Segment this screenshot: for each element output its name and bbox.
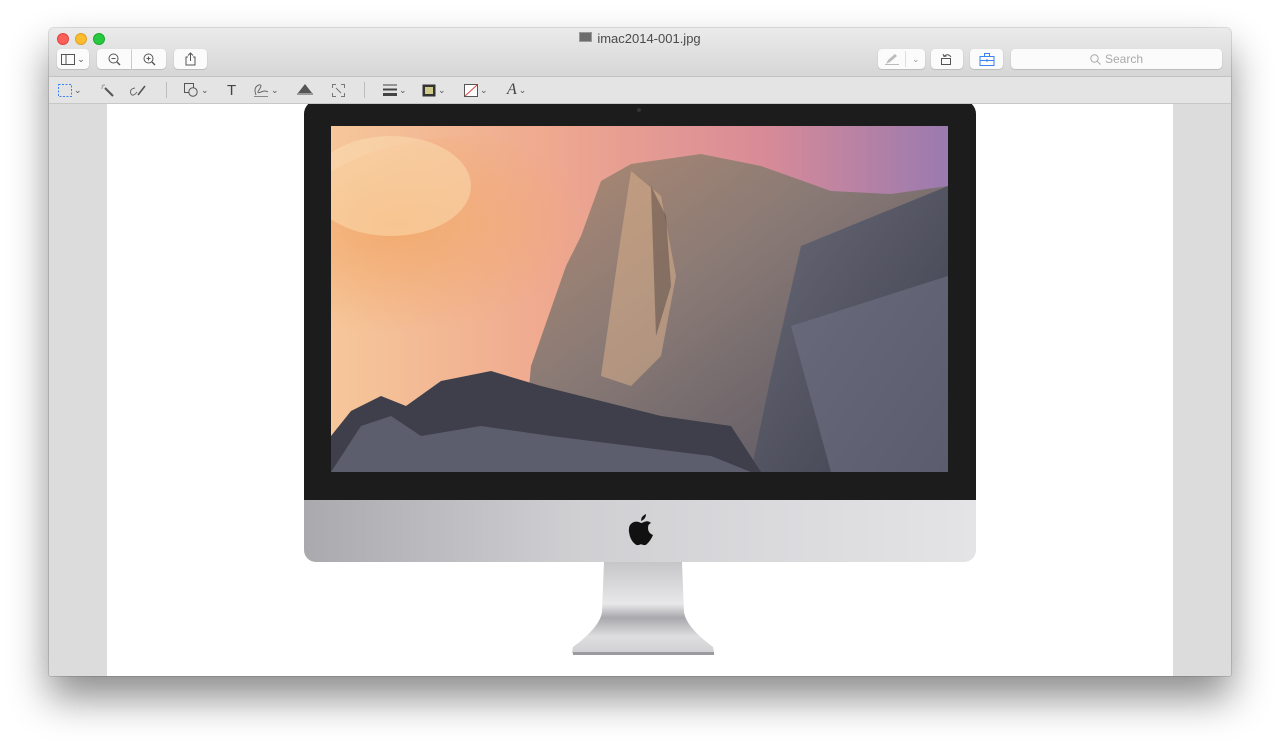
shapes-tool[interactable]: ⌄ [184, 81, 209, 99]
fill-color-tool[interactable]: ⌄ [464, 81, 488, 99]
adjust-size-icon [332, 83, 345, 97]
chevron-down-icon: ⌄ [912, 53, 920, 64]
imac-display-bezel [304, 104, 976, 500]
chevron-down-icon: ⌄ [271, 84, 279, 95]
sign-tool[interactable]: ⌄ [253, 81, 279, 99]
shape-style-tool[interactable]: ⌄ [383, 81, 407, 99]
text-style-tool[interactable]: A ⌄ [507, 81, 526, 99]
window-title: imac2014-001.jpg [49, 31, 1231, 46]
magic-wand-icon [101, 83, 114, 97]
title-bar: imac2014-001.jpg ⌄ ⌄ Search [49, 28, 1231, 77]
preview-window: imac2014-001.jpg ⌄ ⌄ Search ⌄ ⌄ T ⌄ ⌄ ⌄ … [49, 28, 1231, 676]
rotate-left-icon [941, 53, 952, 65]
sketch-tool[interactable] [129, 81, 147, 99]
markup-toolbar: ⌄ ⌄ T ⌄ ⌄ ⌄ ⌄ A ⌄ [49, 77, 1231, 104]
adjust-size-tool[interactable] [332, 81, 345, 99]
zoom-out-icon [108, 53, 120, 65]
search-field[interactable]: Search [1011, 49, 1222, 69]
chevron-down-icon: ⌄ [438, 84, 446, 95]
border-color-icon [422, 84, 436, 96]
image-page[interactable] [107, 104, 1173, 676]
adjust-color-tool[interactable] [297, 81, 313, 99]
imac-screen-wallpaper [331, 126, 948, 472]
divider [905, 51, 906, 67]
share-button[interactable] [174, 49, 207, 69]
apple-logo-icon [628, 514, 653, 546]
text-tool[interactable]: T [227, 81, 236, 99]
border-color-tool[interactable]: ⌄ [422, 81, 446, 99]
selection-icon [58, 83, 72, 97]
rectangular-selection-tool[interactable]: ⌄ [58, 81, 82, 99]
chevron-down-icon: ⌄ [399, 84, 407, 95]
camera-icon [637, 108, 641, 112]
markup-toolbox-button[interactable] [970, 49, 1003, 69]
zoom-in-icon [143, 53, 155, 65]
chevron-down-icon: ⌄ [77, 53, 85, 64]
share-icon [185, 52, 196, 66]
document-icon [579, 32, 593, 42]
half-dome-illustration [331, 126, 948, 472]
search-placeholder: Search [1104, 52, 1144, 66]
zoom-in-button[interactable] [132, 49, 166, 69]
chevron-down-icon: ⌄ [74, 84, 82, 95]
instant-alpha-tool[interactable] [100, 81, 114, 99]
window-title-text: imac2014-001.jpg [597, 31, 701, 46]
document-canvas [49, 104, 1231, 676]
chevron-down-icon: ⌄ [201, 84, 209, 95]
pen-icon [885, 54, 899, 65]
rotate-button[interactable] [931, 49, 963, 69]
divider [166, 82, 167, 98]
sidebar-icon [61, 53, 76, 65]
zoom-out-button[interactable] [97, 49, 131, 69]
shapes-icon [184, 83, 198, 97]
text-style-icon: A [507, 81, 517, 98]
search-icon [1090, 53, 1101, 65]
toolbox-icon [979, 52, 994, 66]
sketch-icon [130, 85, 146, 96]
imac-stand [572, 562, 714, 655]
adjust-color-icon [297, 84, 313, 95]
text-icon: T [227, 81, 237, 99]
line-style-icon [383, 84, 397, 96]
fill-color-icon [464, 83, 478, 97]
sidebar-toggle-button[interactable]: ⌄ [57, 49, 89, 69]
chevron-down-icon: ⌄ [480, 84, 488, 95]
signature-icon [254, 83, 269, 97]
divider [364, 82, 365, 98]
imac-chin [304, 500, 976, 562]
markup-pen-button[interactable]: ⌄ [878, 49, 925, 69]
chevron-down-icon: ⌄ [518, 84, 527, 95]
